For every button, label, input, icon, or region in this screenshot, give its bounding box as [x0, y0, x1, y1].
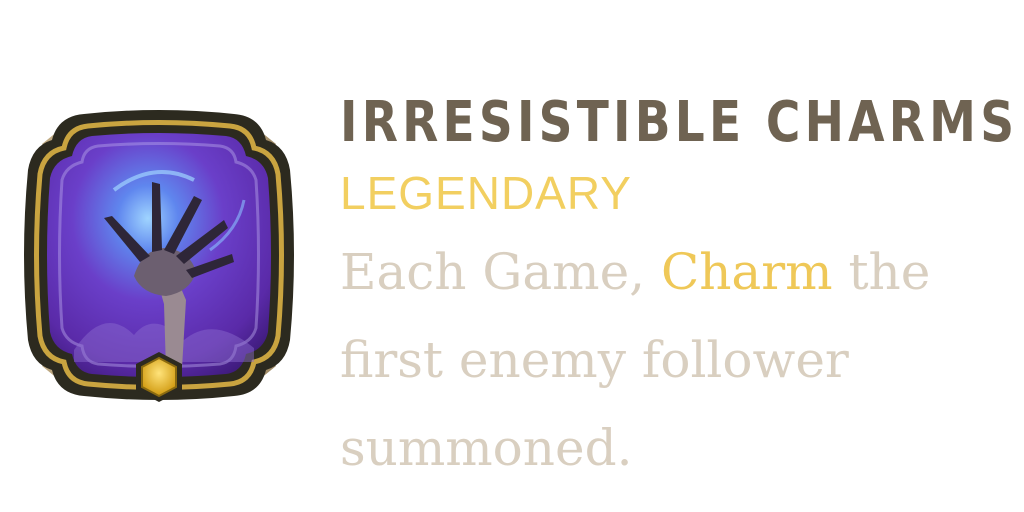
description-text-line3: summoned.: [340, 419, 633, 477]
relic-icon-frame: [14, 100, 304, 410]
charm-keyword[interactable]: Charm: [661, 243, 833, 301]
relic-text: IRRESISTIBLE CHARMS LEGENDARY Each Game,…: [340, 84, 1020, 492]
rarity-label: LEGENDARY: [340, 167, 632, 219]
relic-card: IRRESISTIBLE CHARMS LEGENDARY Each Game,…: [0, 0, 1024, 512]
clawed-hand-icon: [24, 110, 294, 402]
description-text-line2: first enemy follower: [340, 331, 849, 389]
description-text-start: Each Game,: [340, 243, 661, 301]
relic-description: Each Game, Charm the first enemy followe…: [340, 228, 1020, 492]
description-text-line1-end: the: [832, 243, 931, 301]
relic-title: IRRESISTIBLE CHARMS: [340, 90, 1019, 155]
